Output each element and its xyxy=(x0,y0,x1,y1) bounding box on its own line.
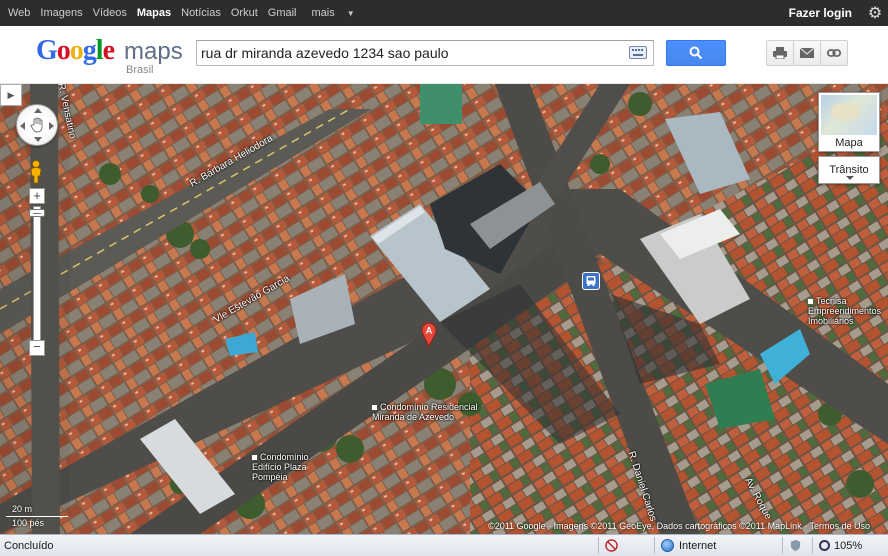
map-thumbnail xyxy=(821,95,877,135)
scale-metric: 20 m xyxy=(12,504,33,514)
zoom-slider-handle[interactable] xyxy=(29,209,45,217)
map-copyright[interactable]: ©2011 Google - Imagens ©2011 GeoEye, Dad… xyxy=(488,521,870,531)
poi-square-icon xyxy=(252,455,257,461)
logo-google-text: Google xyxy=(36,35,115,66)
globe-icon xyxy=(661,539,674,552)
nav-noticias[interactable]: Notícias xyxy=(176,0,226,26)
link-icon xyxy=(827,49,841,57)
logo-maps-text: maps xyxy=(124,38,183,65)
aerial-imagery xyxy=(0,84,888,534)
poi-square-icon xyxy=(372,405,377,411)
poi-text: Tecnisa Empreendimentos Imobiliários xyxy=(808,296,882,326)
street-view-pegman-icon[interactable] xyxy=(28,160,44,184)
logo-letter: o xyxy=(69,35,84,66)
login-link[interactable]: Fazer login xyxy=(789,6,862,20)
zoom-value: 105% xyxy=(834,539,863,552)
top-nav: Web Imagens Vídeos Mapas Notícias Orkut … xyxy=(0,0,365,26)
magnifier-icon xyxy=(819,540,830,551)
marker-label: A xyxy=(426,326,433,336)
logo-letter: o xyxy=(56,35,71,66)
search-button[interactable] xyxy=(666,40,726,66)
email-button[interactable] xyxy=(793,40,821,66)
zone-label: Internet xyxy=(679,539,717,552)
chevron-down-icon: ▼ xyxy=(346,8,355,18)
bus-stop-icon[interactable] xyxy=(582,272,600,290)
zoom-slider-track[interactable] xyxy=(33,206,41,342)
logo-region-text: Brasil xyxy=(126,64,154,76)
security-zone[interactable]: Internet xyxy=(654,537,782,554)
privacy-eye-icon xyxy=(605,539,618,552)
nav-web[interactable]: Web xyxy=(3,0,35,26)
poi-text: Condomínio Edifício Plaza Pompéia xyxy=(252,452,309,482)
browser-status-bar: Concluído Internet 105% xyxy=(0,534,888,556)
scale-bar xyxy=(6,516,68,517)
traffic-label: Trânsito xyxy=(829,164,869,176)
side-panel-toggle[interactable]: ▶ xyxy=(0,84,22,106)
maps-header: Google maps Brasil xyxy=(0,26,888,84)
location-marker-icon[interactable]: A xyxy=(421,322,437,348)
satellite-map[interactable]: ▶ + − Mapa Trânsito R. Vensatino R. Bárb xyxy=(0,84,888,534)
print-button[interactable] xyxy=(766,40,794,66)
pan-left-arrow-icon[interactable] xyxy=(20,122,25,130)
keyboard-icon[interactable] xyxy=(629,46,647,59)
top-right: Fazer login ⚙ xyxy=(789,0,888,26)
nav-videos[interactable]: Vídeos xyxy=(88,0,132,26)
pan-control[interactable] xyxy=(16,104,58,146)
privacy-status[interactable] xyxy=(598,537,628,554)
status-text: Concluído xyxy=(4,539,54,552)
link-button[interactable] xyxy=(820,40,848,66)
nav-mais[interactable]: mais ▼ xyxy=(302,0,365,27)
pan-right-arrow-icon[interactable] xyxy=(49,122,54,130)
nav-gmail[interactable]: Gmail xyxy=(263,0,302,26)
search-box xyxy=(196,40,654,66)
map-type-toggle[interactable]: Mapa xyxy=(818,92,880,152)
pan-down-arrow-icon[interactable] xyxy=(34,137,42,142)
bus-icon xyxy=(586,276,596,286)
logo-letter: G xyxy=(36,35,58,66)
logo-letter: g xyxy=(82,35,97,66)
zoom-level[interactable]: 105% xyxy=(812,537,882,554)
nav-imagens[interactable]: Imagens xyxy=(35,0,87,26)
browser-window: Web Imagens Vídeos Mapas Notícias Orkut … xyxy=(0,0,888,556)
zoom-in-button[interactable]: + xyxy=(29,188,45,204)
protected-mode[interactable] xyxy=(782,537,812,554)
gear-icon[interactable]: ⚙ xyxy=(862,0,888,26)
google-maps-logo[interactable]: Google maps Brasil xyxy=(36,35,186,77)
poi-label[interactable]: Tecnisa Empreendimentos Imobiliários xyxy=(808,296,882,326)
poi-square-icon xyxy=(808,299,813,305)
pan-up-arrow-icon[interactable] xyxy=(34,108,42,113)
shield-icon xyxy=(790,539,801,552)
scale-imperial: 100 pés xyxy=(12,518,45,528)
poi-label[interactable]: Condomínio Edifício Plaza Pompéia xyxy=(252,452,328,482)
map-type-label: Mapa xyxy=(835,137,863,149)
zoom-out-button[interactable]: − xyxy=(29,340,45,356)
search-input[interactable] xyxy=(201,41,621,65)
nav-orkut[interactable]: Orkut xyxy=(226,0,263,26)
logo-letter: l xyxy=(95,35,104,66)
poi-label[interactable]: Condomínio Residencial Miranda de Azeved… xyxy=(372,402,490,422)
envelope-icon xyxy=(800,47,814,58)
traffic-layer-button[interactable]: Trânsito xyxy=(818,156,880,184)
printer-icon xyxy=(773,47,787,59)
logo-letter: e xyxy=(102,35,115,66)
map-scale: 20 m 100 pés xyxy=(6,504,72,528)
search-icon xyxy=(689,46,703,60)
nav-mais-label: mais xyxy=(311,6,335,19)
hand-icon xyxy=(30,117,43,133)
poi-text: Condomínio Residencial Miranda de Azeved… xyxy=(372,402,478,422)
nav-mapas[interactable]: Mapas xyxy=(132,0,176,26)
google-top-bar: Web Imagens Vídeos Mapas Notícias Orkut … xyxy=(0,0,888,26)
